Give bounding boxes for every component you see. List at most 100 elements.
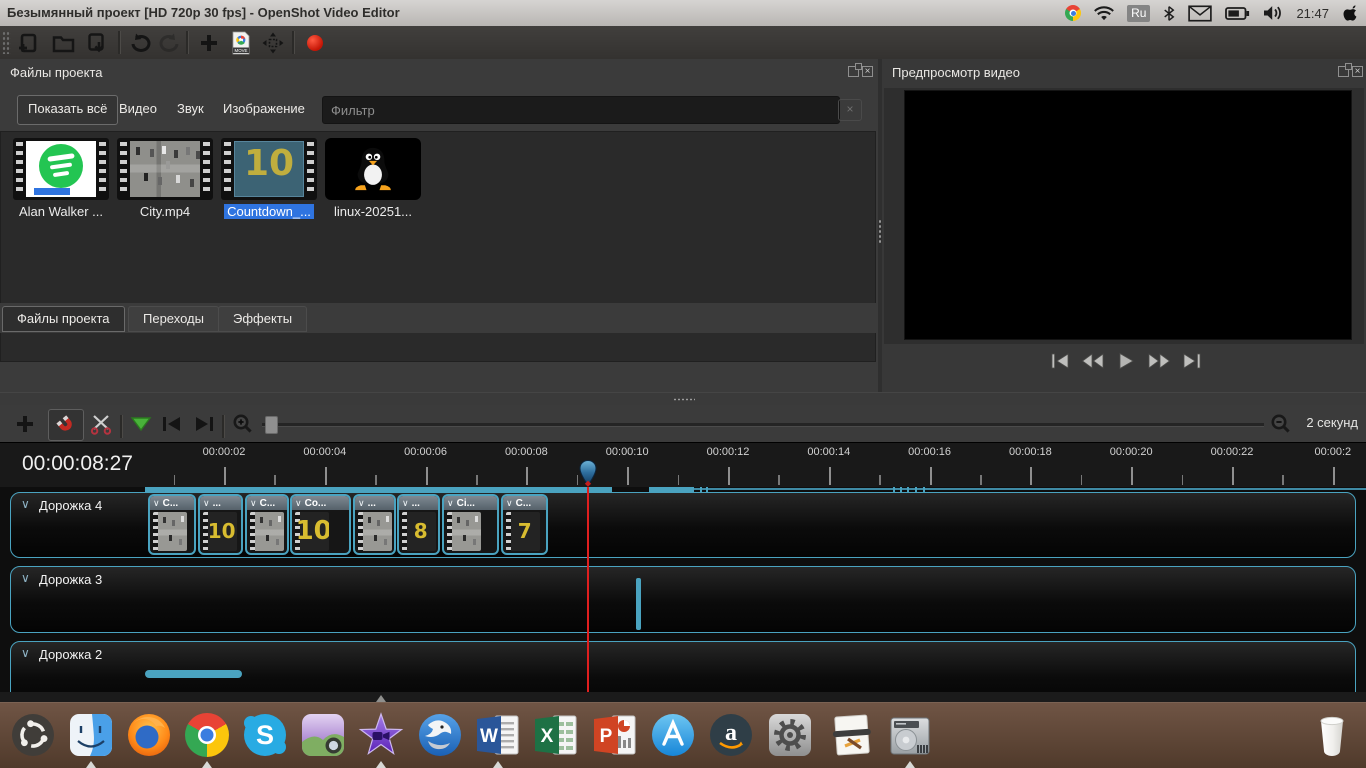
fast-forward-button[interactable] (1147, 351, 1171, 371)
panel-close-button[interactable]: × (1352, 66, 1363, 77)
snapping-toggle-button[interactable] (48, 409, 84, 441)
horizontal-splitter[interactable] (0, 392, 1366, 406)
clip-header[interactable]: ∨C... (503, 496, 546, 510)
clock[interactable]: 21:47 (1296, 6, 1329, 21)
zoom-slider-thumb[interactable] (265, 416, 278, 434)
clip-menu-chevron-icon[interactable]: ∨ (203, 498, 210, 509)
clip-header[interactable]: ∨Ci... (444, 496, 497, 510)
clip-header[interactable]: ∨Co... (292, 496, 349, 510)
undo-button[interactable] (128, 30, 154, 55)
timeline-clip-edge[interactable] (145, 670, 242, 678)
keyboard-layout-indicator[interactable]: Ru (1127, 5, 1150, 22)
clip-body[interactable] (150, 510, 194, 553)
clip-header[interactable]: ∨C... (150, 496, 194, 510)
dock-chrome-icon[interactable] (183, 711, 231, 759)
dock-excel-icon[interactable]: X (532, 711, 580, 759)
new-project-button[interactable] (16, 30, 42, 55)
filter-audio-button[interactable]: Звук (177, 95, 204, 123)
filter-video-button[interactable]: Видео (119, 95, 157, 123)
playhead-marker[interactable] (578, 459, 598, 494)
clip-body[interactable] (355, 510, 394, 553)
timeline-clip[interactable]: ∨...10 (198, 494, 243, 555)
zoom-in-button[interactable] (230, 411, 256, 437)
timeline-clip[interactable]: ∨C... (148, 494, 196, 555)
timeline-clip[interactable]: ∨... (353, 494, 396, 555)
timeline-zoom-slider[interactable] (262, 423, 1264, 427)
timeline-clip[interactable]: ∨Co...10 (290, 494, 351, 555)
clip-header[interactable]: ∨... (399, 496, 438, 510)
clip-body[interactable] (247, 510, 287, 553)
dock-firefox-icon[interactable] (125, 711, 173, 759)
clip-menu-chevron-icon[interactable]: ∨ (250, 498, 257, 509)
dock-powerpoint-icon[interactable]: P (591, 711, 639, 759)
dock-skype-icon[interactable]: S (241, 711, 289, 759)
clip-header[interactable]: ∨C... (247, 496, 287, 510)
dock-app-store-icon[interactable] (649, 711, 697, 759)
clip-body[interactable]: 7 (503, 510, 546, 553)
tab-project-files[interactable]: Файлы проекта (2, 306, 125, 332)
clip-menu-chevron-icon[interactable]: ∨ (295, 498, 302, 509)
clip-menu-chevron-icon[interactable]: ∨ (358, 498, 365, 509)
toolbar-grip[interactable] (2, 31, 11, 54)
dock-pages-icon[interactable] (828, 711, 876, 759)
dock-amazon-icon[interactable]: a (707, 711, 755, 759)
filter-clear-button[interactable]: × (838, 99, 862, 121)
dock-photos-icon[interactable] (299, 711, 347, 759)
wifi-icon[interactable] (1094, 6, 1114, 21)
add-track-button[interactable] (12, 411, 38, 437)
clip-menu-chevron-icon[interactable]: ∨ (506, 498, 513, 509)
export-video-button[interactable]: MOVE (228, 30, 254, 55)
volume-icon[interactable] (1263, 5, 1283, 21)
dock-trash-icon[interactable] (1308, 711, 1356, 759)
timeline-clip[interactable]: ∨...8 (397, 494, 440, 555)
record-indicator-icon[interactable] (302, 30, 328, 55)
add-marker-button[interactable] (128, 411, 154, 437)
timeline-clip[interactable]: ∨Ci... (442, 494, 499, 555)
tab-effects[interactable]: Эффекты (218, 306, 307, 332)
jump-to-end-button[interactable] (1180, 351, 1204, 371)
filter-input[interactable] (322, 96, 840, 124)
splitter-handle[interactable] (673, 398, 695, 401)
clip-body[interactable]: 10 (292, 510, 349, 553)
clip-body[interactable]: 10 (200, 510, 241, 553)
panel-float-button[interactable] (848, 66, 859, 77)
import-files-button[interactable] (196, 30, 222, 55)
play-button[interactable] (1114, 351, 1138, 371)
dock-system-settings-icon[interactable] (766, 711, 814, 759)
razor-tool-button[interactable] (88, 411, 114, 437)
dock-ubuntu-icon[interactable] (9, 711, 57, 759)
dock-files-icon[interactable] (67, 711, 115, 759)
dock-hard-drive-icon[interactable] (886, 711, 934, 759)
mail-icon[interactable] (1188, 5, 1212, 22)
clip-menu-chevron-icon[interactable]: ∨ (153, 498, 160, 509)
previous-marker-button[interactable] (158, 411, 184, 437)
panel-float-button[interactable] (1338, 66, 1349, 77)
battery-icon[interactable] (1225, 6, 1250, 21)
panel-close-button[interactable]: × (862, 66, 873, 77)
clip-header[interactable]: ∨... (200, 496, 241, 510)
project-file-item[interactable]: 10Countdown_... (221, 138, 317, 219)
apple-menu-icon[interactable] (1342, 4, 1358, 22)
project-file-item[interactable]: City.mp4 (117, 138, 213, 219)
project-file-item[interactable]: linux-20251... (325, 138, 421, 219)
filter-image-button[interactable]: Изображение (223, 95, 305, 123)
timeline-clip[interactable]: ∨C... (245, 494, 289, 555)
bluetooth-icon[interactable] (1163, 5, 1175, 22)
dock-imovie-icon[interactable] (357, 711, 405, 759)
timeline-clip-sliver[interactable] (636, 578, 641, 630)
zoom-out-button[interactable] (1268, 411, 1294, 437)
timeline[interactable]: 00:00:08:27 00:00:0200:00:0400:00:0600:0… (0, 443, 1366, 692)
clip-menu-chevron-icon[interactable]: ∨ (447, 498, 454, 509)
redo-button[interactable] (156, 30, 182, 55)
tab-transitions[interactable]: Переходы (128, 306, 219, 332)
dock-word-icon[interactable]: W (474, 711, 522, 759)
open-project-button[interactable] (50, 30, 76, 55)
clip-menu-chevron-icon[interactable]: ∨ (402, 498, 409, 509)
dock-eagle-browser-icon[interactable] (416, 711, 464, 759)
next-marker-button[interactable] (192, 411, 218, 437)
rewind-button[interactable] (1081, 351, 1105, 371)
save-project-button[interactable] (84, 30, 110, 55)
project-file-item[interactable]: Alan Walker ... (13, 138, 109, 219)
clip-body[interactable] (444, 510, 497, 553)
clip-body[interactable]: 8 (399, 510, 438, 553)
